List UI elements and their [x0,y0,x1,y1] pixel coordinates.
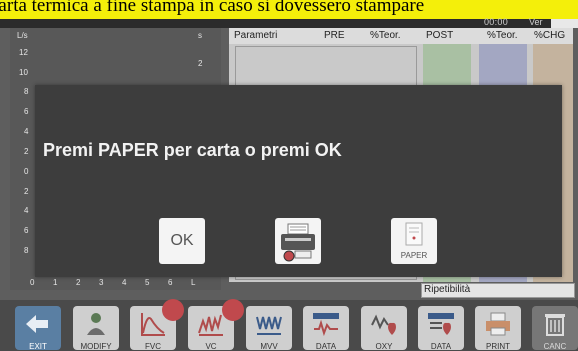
column-header: PRE [324,30,345,41]
patient-icon [87,313,105,335]
x-tick-label: 4 [122,278,127,287]
mvv-label: MVV [260,342,278,351]
paper-sheet-icon [405,222,423,246]
column-header: %Teor. [370,30,401,41]
ok-label: OK [170,232,194,249]
oxy-heart-icon [371,314,396,335]
table-header: Parametri PRE %Teor. POST %Teor. %CHG [229,28,573,44]
vc-label: VC [205,342,217,351]
oxy-button[interactable]: OXY [361,306,407,351]
time-unit-label: s [198,31,202,40]
dialog-message: Premi PAPER per carta o premi OK [43,140,342,160]
y-tick-label: 4 [24,206,29,215]
print-dialog: Premi PAPER per carta o premi OK OK PAPE… [35,85,562,277]
clock: 00:00 [484,17,509,27]
printer-icon [486,312,510,336]
mvv-wave-icon [256,316,282,335]
thermal-print-button[interactable] [275,218,321,264]
print-button[interactable]: PRINT [475,306,521,351]
data-ecg-icon [313,313,339,337]
trash-icon [545,314,565,336]
column-header: %Teor. [487,30,518,41]
column-header: POST [426,30,454,41]
column-header: %CHG [534,30,566,41]
data-ecg-button[interactable]: DATA [303,306,349,351]
fvc-alert-indicator [162,299,184,321]
data-ecg-label: DATA [315,342,337,351]
x-tick-label: 5 [145,278,150,287]
modify-label: MODIFY [80,342,112,351]
exit-button[interactable]: EXIT [15,306,61,351]
y-tick-label: 10 [19,68,28,77]
y-tick-label: 12 [19,48,28,57]
y-tick-label: 0 [24,167,29,176]
thermal-printer-icon [281,223,315,262]
mvv-button[interactable]: MVV [246,306,292,351]
fvc-label: FVC [145,342,161,351]
y-unit-label: L/s [17,31,28,40]
vc-curve-icon [198,314,223,336]
y-tick-label: 4 [24,127,29,136]
x-tick-label: 1 [53,278,58,287]
repeatability-label: Ripetibilità [424,284,471,295]
data-heart-button[interactable]: DATA [418,306,464,351]
data-heart-icon [428,313,454,335]
repeatability-field: Ripetibilità [421,283,575,298]
y-tick-label: 6 [24,107,29,116]
x-tick-label: 2 [76,278,81,287]
banner-text: carta termica a fine stampa in caso si d… [0,0,425,16]
paper-button[interactable]: PAPER [391,218,437,264]
y-tick-label: 6 [24,226,29,235]
status-bar: 00:00 Ver [0,17,578,28]
x-tick-label: 6 [168,278,173,287]
y-tick-label: 8 [24,87,29,96]
time-tick-label: 2 [198,59,203,68]
cancel-label: CANC [543,342,567,351]
ok-button[interactable]: OK [159,218,205,264]
exit-label: EXIT [29,342,47,351]
oxy-label: OXY [375,342,393,351]
exit-arrow-icon [26,315,48,333]
y-tick-label: 2 [24,147,29,156]
bottom-toolbar: EXIT MODIFY FVC VC MVV DATA OXY DATA PRI… [0,300,578,351]
modify-button[interactable]: MODIFY [73,306,119,351]
x-tick-label: L [191,278,196,287]
vc-alert-indicator [222,299,244,321]
version-box [551,19,578,28]
y-tick-label: 8 [24,246,29,255]
data-heart-label: DATA [430,342,452,351]
column-header: Parametri [234,30,278,41]
x-tick-label: 3 [99,278,104,287]
x-tick-label: 0 [30,278,35,287]
cancel-button[interactable]: CANC [532,306,578,351]
version-label: Ver [529,17,543,27]
y-tick-label: 2 [24,187,29,196]
paper-label: PAPER [400,251,428,260]
print-label: PRINT [486,342,510,351]
